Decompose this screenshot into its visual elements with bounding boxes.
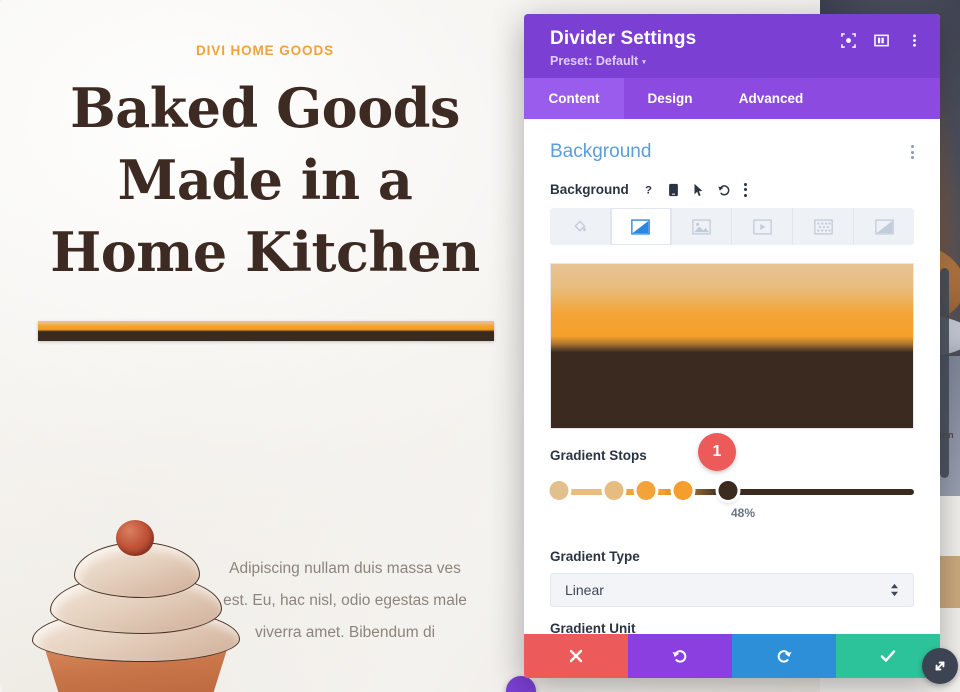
background-image-tab[interactable] bbox=[672, 208, 733, 245]
reset-icon[interactable] bbox=[717, 183, 731, 197]
focus-icon[interactable] bbox=[841, 33, 856, 48]
hero-title-line-2: Made in a bbox=[117, 148, 413, 212]
gradient-stops-row: Gradient Stops 1 bbox=[550, 433, 914, 471]
add-module-button[interactable] bbox=[506, 676, 536, 692]
chevron-updown-icon bbox=[890, 583, 899, 597]
divider-gradient-fill bbox=[38, 321, 494, 341]
hero-section: DIVI HOME GOODS Baked Goods Made in a Ho… bbox=[0, 0, 530, 288]
cancel-button[interactable] bbox=[524, 634, 628, 678]
hero-title-line-1: Baked Goods bbox=[70, 76, 460, 140]
modal-footer bbox=[524, 634, 940, 678]
hero-title-line-3: Home Kitchen bbox=[50, 220, 480, 284]
layout-icon[interactable] bbox=[874, 33, 889, 48]
gradient-type-value: Linear bbox=[565, 582, 604, 598]
hero-eyebrow: DIVI HOME GOODS bbox=[195, 43, 334, 58]
tab-advanced[interactable]: Advanced bbox=[716, 78, 826, 119]
divider-module[interactable] bbox=[38, 321, 494, 341]
section-options-icon[interactable] bbox=[911, 145, 914, 159]
background-video-tab[interactable] bbox=[732, 208, 794, 245]
modal-header: Divider Settings Preset: Default ▾ bbox=[524, 14, 940, 78]
gradient-type-label: Gradient Type bbox=[550, 549, 640, 564]
modal-tabs: Content Design Advanced bbox=[524, 78, 940, 119]
gradient-stop-handle-3[interactable] bbox=[636, 481, 656, 500]
background-pattern-tab[interactable] bbox=[793, 208, 855, 245]
gradient-stop-handle-4[interactable] bbox=[673, 481, 693, 500]
preset-selector[interactable]: Preset: Default ▾ bbox=[550, 54, 696, 68]
background-section-title[interactable]: Background bbox=[550, 141, 651, 163]
gradient-stops-label: Gradient Stops bbox=[550, 448, 647, 463]
gradient-type-select[interactable]: Linear bbox=[550, 573, 914, 607]
gradient-stop-handle-5[interactable] bbox=[718, 481, 738, 500]
cupcake-cherry bbox=[116, 520, 154, 556]
gradient-stop-handle-1[interactable] bbox=[549, 481, 569, 500]
modal-title: Divider Settings bbox=[550, 28, 697, 49]
background-type-tabs bbox=[550, 208, 914, 245]
help-icon[interactable]: ? bbox=[642, 183, 655, 196]
field-options-icon[interactable] bbox=[743, 182, 747, 197]
background-section-header: Background bbox=[550, 119, 914, 163]
status-badge: 1 bbox=[698, 433, 736, 471]
resize-handle[interactable] bbox=[922, 648, 958, 684]
divider-settings-modal: Divider Settings Preset: Default ▾ Conte… bbox=[524, 14, 940, 678]
undo-button[interactable] bbox=[628, 634, 732, 678]
gradient-stop-position-value: 48% bbox=[730, 506, 756, 520]
tab-design[interactable]: Design bbox=[624, 78, 716, 119]
modal-header-icons bbox=[841, 28, 922, 48]
background-gradient-tab[interactable] bbox=[610, 208, 672, 245]
page-title: Baked Goods Made in a Home Kitchen bbox=[0, 72, 530, 288]
responsive-icon[interactable] bbox=[668, 183, 679, 197]
gradient-preview[interactable] bbox=[550, 263, 914, 429]
gradient-stop-handle-2[interactable] bbox=[604, 481, 624, 500]
preset-label: Preset: Default bbox=[550, 54, 639, 68]
redo-button[interactable] bbox=[732, 634, 836, 678]
hover-cursor-icon[interactable] bbox=[692, 183, 704, 197]
background-field-label-row: Background ? bbox=[550, 182, 914, 197]
page-scrollbar[interactable] bbox=[940, 268, 949, 478]
cupcake-illustration bbox=[12, 512, 262, 692]
next-field-label: Gradient Unit bbox=[550, 621, 636, 634]
background-field-label: Background bbox=[550, 182, 629, 197]
chevron-down-icon: ▾ bbox=[642, 59, 646, 66]
background-color-tab[interactable] bbox=[550, 208, 611, 245]
divider-bar bbox=[38, 321, 494, 341]
modal-body: Background Background ? Gradient Stops 1… bbox=[524, 119, 940, 634]
more-options-icon[interactable] bbox=[907, 33, 922, 48]
tab-content[interactable]: Content bbox=[524, 78, 624, 119]
svg-text:?: ? bbox=[645, 185, 652, 196]
background-mask-tab[interactable] bbox=[854, 208, 914, 245]
gradient-stops-slider[interactable]: 48% bbox=[549, 481, 914, 520]
modal-header-titles: Divider Settings Preset: Default ▾ bbox=[550, 28, 696, 68]
